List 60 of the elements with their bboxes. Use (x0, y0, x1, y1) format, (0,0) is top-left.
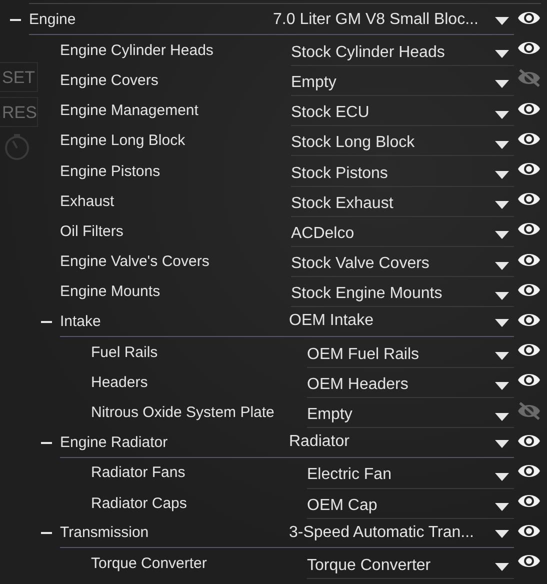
part-label: Engine Mounts (60, 283, 162, 300)
part-label: Headers (91, 374, 149, 391)
part-dropdown[interactable]: Torque Converter (307, 554, 514, 580)
part-label: Engine Management (60, 102, 200, 120)
part-label: Fuel Rails (91, 344, 159, 361)
caret-icon (495, 262, 509, 270)
caret-icon (495, 80, 509, 88)
part-label: Intake (60, 312, 102, 330)
part-label: Engine (29, 11, 77, 28)
caret-icon (495, 140, 509, 149)
caret-icon (495, 17, 509, 26)
caret-icon (495, 382, 509, 390)
part-label: Engine Valve's Covers (60, 253, 210, 270)
part-dropdown[interactable]: ACDelco (291, 222, 514, 247)
part-dropdown[interactable]: Stock Cylinder Heads (291, 40, 514, 66)
caret-icon (495, 440, 509, 448)
caret-icon (495, 352, 509, 360)
caret-icon (495, 530, 509, 538)
part-dropdown[interactable]: OEM Fuel Rails (307, 342, 514, 368)
part-label: Nitrous Oxide System Plate (91, 404, 276, 422)
part-dropdown[interactable]: Stock Long Block (291, 131, 514, 156)
part-label: Radiator Caps (91, 494, 188, 512)
eye-slash-icon[interactable] (517, 69, 541, 88)
part-label: Exhaust (60, 192, 116, 210)
part-label: Engine Long Block (60, 132, 186, 150)
caret-icon (495, 412, 509, 421)
caret-icon (495, 50, 509, 58)
caret-icon (495, 292, 509, 300)
part-dropdown[interactable]: OEM Intake (289, 306, 514, 336)
part-dropdown[interactable]: OEM Cap (307, 494, 514, 519)
eye-slash-icon[interactable] (517, 402, 541, 420)
part-dropdown[interactable]: Stock Valve Covers (291, 252, 514, 278)
caret-icon (495, 110, 509, 119)
part-label: Oil Filters (60, 222, 124, 240)
caret-icon (495, 503, 509, 512)
part-dropdown[interactable]: Stock ECU (291, 101, 514, 126)
part-dropdown[interactable]: 3-Speed Automatic Tran... (289, 518, 514, 548)
part-dropdown[interactable]: Stock Engine Mounts (291, 282, 514, 308)
part-label: Engine Covers (60, 72, 160, 89)
part-label: Engine Cylinder Heads (60, 42, 214, 59)
part-label: Engine Radiator (60, 434, 169, 451)
part-label: Engine Pistons (60, 162, 162, 180)
caret-icon (495, 231, 509, 240)
part-dropdown[interactable]: Electric Fan (307, 463, 514, 488)
gauge-icon (2, 132, 32, 162)
caret-icon (495, 318, 509, 327)
part-dropdown[interactable]: Empty (307, 402, 514, 428)
caret-icon (495, 171, 509, 180)
part-dropdown[interactable]: Stock Pistons (291, 161, 514, 187)
caret-icon (495, 201, 509, 210)
part-label: Transmission (60, 524, 150, 542)
part-dropdown[interactable]: 7.0 Liter GM V8 Small Bloc... (273, 5, 514, 34)
caret-icon (495, 563, 509, 572)
part-dropdown[interactable]: Stock Exhaust (291, 192, 514, 217)
part-label: Torque Converter (91, 554, 208, 572)
part-dropdown[interactable]: OEM Headers (307, 372, 514, 398)
caret-icon (495, 472, 509, 481)
part-dropdown[interactable]: Empty (291, 70, 514, 96)
part-dropdown[interactable]: Radiator (289, 428, 514, 457)
part-label: Radiator Fans (91, 464, 186, 482)
